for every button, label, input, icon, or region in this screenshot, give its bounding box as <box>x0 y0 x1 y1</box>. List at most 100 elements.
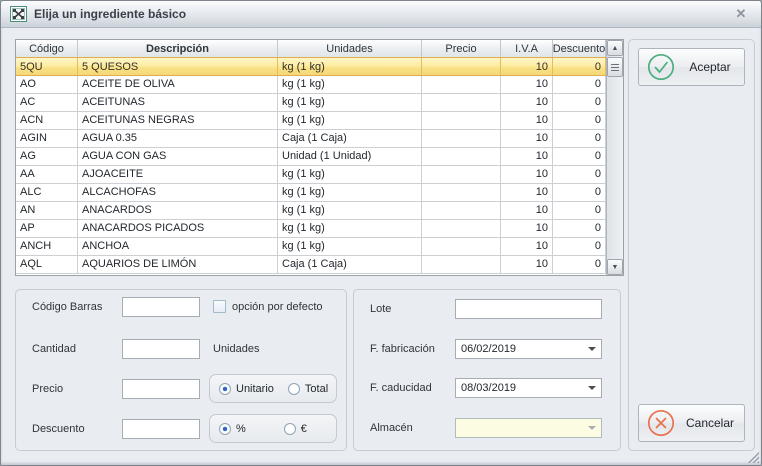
cell-codigo: AQL <box>16 256 78 273</box>
fabricacion-label: F. fabricación <box>370 343 435 355</box>
cell-descuento: 0 <box>553 256 606 273</box>
fabricacion-value: 06/02/2019 <box>461 343 516 355</box>
title-bar: Elija un ingrediente básico ✕ <box>1 1 761 28</box>
table-row[interactable]: ALC ALCACHOFAS kg (1 kg) 10 0 <box>16 184 606 202</box>
precio-modo-radiogroup: Unitario Total <box>209 374 337 403</box>
cell-codigo: AG <box>16 148 78 165</box>
aceptar-label: Aceptar <box>684 60 736 74</box>
cell-codigo: ANCH <box>16 238 78 255</box>
cell-precio <box>422 166 501 183</box>
cell-codigo: ALC <box>16 184 78 201</box>
cell-precio <box>422 238 501 255</box>
chevron-down-icon <box>588 386 596 390</box>
cell-codigo: 5QU <box>16 58 78 75</box>
radio-euro[interactable]: € <box>284 423 307 435</box>
table-row[interactable]: AC ACEITUNAS kg (1 kg) 10 0 <box>16 94 606 112</box>
cell-iva: 10 <box>501 130 553 147</box>
cell-iva: 10 <box>501 76 553 93</box>
unidades-static-label: Unidades <box>213 343 259 355</box>
ingredients-grid: Código Descripción Unidades Precio I.V.A… <box>15 39 624 276</box>
opcion-por-defecto-checkbox[interactable] <box>213 300 226 313</box>
radio-total-icon <box>288 383 300 395</box>
table-row[interactable]: AO ACEITE DE OLIVA kg (1 kg) 10 0 <box>16 76 606 94</box>
table-row[interactable]: AG AGUA CON GAS Unidad (1 Unidad) 10 0 <box>16 148 606 166</box>
window-title: Elija un ingrediente básico <box>34 7 186 21</box>
cell-descripcion: 5 QUESOS <box>78 58 278 75</box>
cell-unidades: Unidad (1 Unidad) <box>278 148 422 165</box>
left-form-group: Código Barras opción por defecto Cantida… <box>15 289 347 451</box>
cell-precio <box>422 94 501 111</box>
radio-unitario-label: Unitario <box>236 383 274 395</box>
cell-descuento: 0 <box>553 58 606 75</box>
caducidad-combo[interactable]: 08/03/2019 <box>455 378 602 398</box>
close-icon[interactable]: ✕ <box>730 6 752 22</box>
cell-descripcion: ANACARDOS <box>78 202 278 219</box>
header-descripcion[interactable]: Descripción <box>78 40 278 57</box>
cell-unidades: kg (1 kg) <box>278 94 422 111</box>
radio-porcentaje[interactable]: % <box>219 423 246 435</box>
table-row[interactable]: AA AJOACEITE kg (1 kg) 10 0 <box>16 166 606 184</box>
cell-descripcion: ACEITUNAS NEGRAS <box>78 112 278 129</box>
cell-descripcion: ANCHOA <box>78 238 278 255</box>
aceptar-button[interactable]: Aceptar <box>638 48 745 86</box>
header-descuento[interactable]: Descuento <box>553 40 606 57</box>
radio-unitario[interactable]: Unitario <box>219 383 274 395</box>
radio-unitario-icon <box>219 383 231 395</box>
cell-descripcion: ACEITUNAS <box>78 94 278 111</box>
header-precio[interactable]: Precio <box>422 40 501 57</box>
actions-panel: Aceptar Cancelar <box>628 39 755 451</box>
fabricacion-combo[interactable]: 06/02/2019 <box>455 339 602 359</box>
cell-descripcion: ACEITE DE OLIVA <box>78 76 278 93</box>
codigo-barras-label: Código Barras <box>32 301 102 313</box>
cell-precio <box>422 148 501 165</box>
codigo-barras-input[interactable] <box>122 297 200 317</box>
descuento-modo-radiogroup: % € <box>209 414 337 443</box>
table-row[interactable]: AQL AQUARIOS DE LIMÓN Caja (1 Caja) 10 0 <box>16 256 606 274</box>
cell-descuento: 0 <box>553 166 606 183</box>
scroll-up-icon[interactable]: ▲ <box>607 40 623 56</box>
header-iva[interactable]: I.V.A <box>501 40 553 57</box>
x-circle-icon <box>647 409 675 437</box>
table-row[interactable]: AN ANACARDOS kg (1 kg) 10 0 <box>16 202 606 220</box>
radio-total[interactable]: Total <box>288 383 328 395</box>
resize-grip[interactable] <box>748 452 759 463</box>
cell-precio <box>422 58 501 75</box>
table-row-selected[interactable]: 5QU 5 QUESOS kg (1 kg) 10 0 <box>16 57 606 76</box>
cantidad-input[interactable] <box>122 339 200 359</box>
cell-precio <box>422 256 501 273</box>
cell-precio <box>422 112 501 129</box>
table-row[interactable]: AGIN AGUA 0.35 Caja (1 Caja) 10 0 <box>16 130 606 148</box>
cell-descuento: 0 <box>553 148 606 165</box>
cell-iva: 10 <box>501 166 553 183</box>
cell-descripcion: ALCACHOFAS <box>78 184 278 201</box>
table-row[interactable]: ANCH ANCHOA kg (1 kg) 10 0 <box>16 238 606 256</box>
precio-input[interactable] <box>122 379 200 399</box>
header-unidades[interactable]: Unidades <box>278 40 422 57</box>
cell-descuento: 0 <box>553 238 606 255</box>
app-icon <box>10 6 27 22</box>
thumb-grip-icon <box>611 64 619 71</box>
cell-descuento: 0 <box>553 130 606 147</box>
vertical-scrollbar[interactable]: ▲ ▼ <box>606 40 623 275</box>
radio-euro-label: € <box>301 423 307 435</box>
cell-iva: 10 <box>501 58 553 75</box>
descuento-input[interactable] <box>122 419 200 439</box>
check-circle-icon <box>647 53 675 81</box>
cell-unidades: Caja (1 Caja) <box>278 256 422 273</box>
cancelar-button[interactable]: Cancelar <box>638 404 745 442</box>
header-codigo[interactable]: Código <box>16 40 78 57</box>
scrollbar-track[interactable] <box>607 77 623 259</box>
table-row[interactable]: ACN ACEITUNAS NEGRAS kg (1 kg) 10 0 <box>16 112 606 130</box>
cell-iva: 10 <box>501 238 553 255</box>
scrollbar-thumb[interactable] <box>607 57 623 77</box>
cell-unidades: kg (1 kg) <box>278 76 422 93</box>
cell-unidades: kg (1 kg) <box>278 166 422 183</box>
almacen-combo[interactable] <box>455 418 602 438</box>
cell-descuento: 0 <box>553 94 606 111</box>
lote-input[interactable] <box>455 299 602 319</box>
scroll-down-icon[interactable]: ▼ <box>607 259 623 275</box>
cell-codigo: AGIN <box>16 130 78 147</box>
cell-descuento: 0 <box>553 76 606 93</box>
chevron-down-icon <box>588 426 596 430</box>
table-row[interactable]: AP ANACARDOS PICADOS kg (1 kg) 10 0 <box>16 220 606 238</box>
